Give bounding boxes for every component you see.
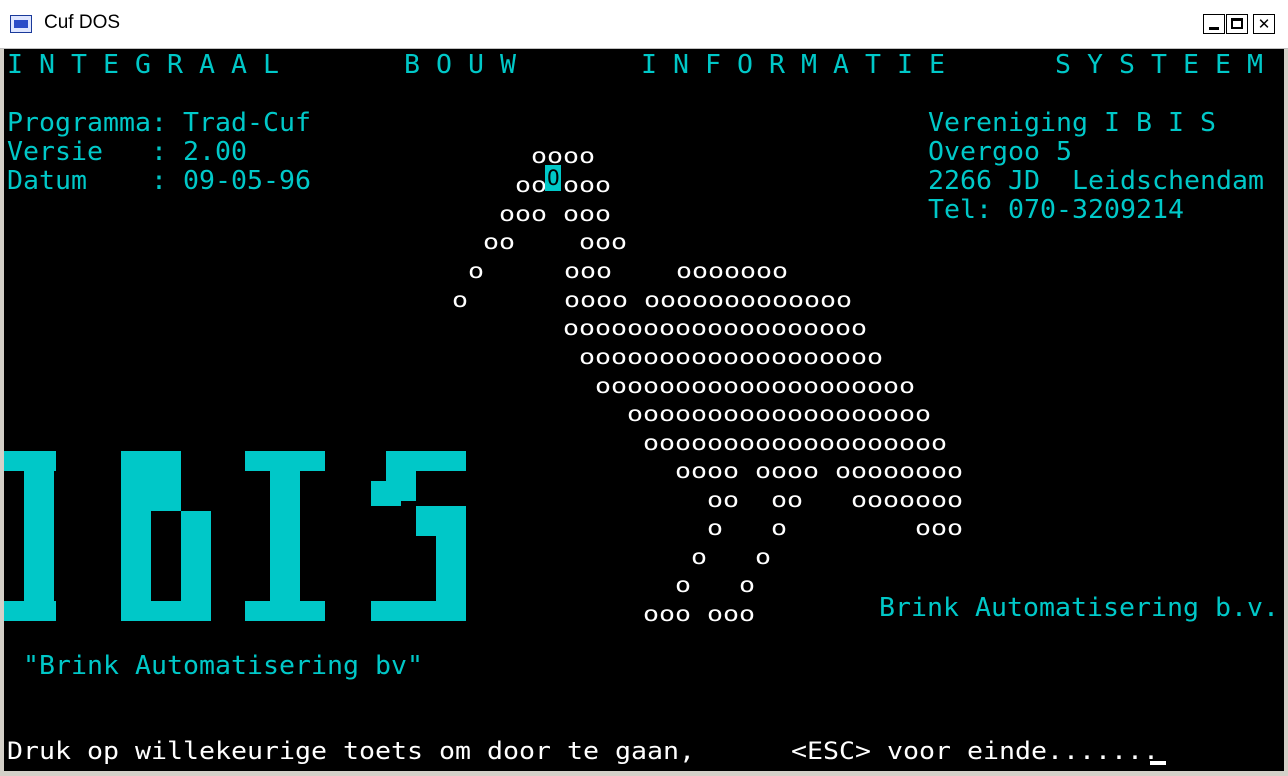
ascii-art-line: oo oo ooooooo bbox=[707, 488, 963, 512]
ascii-art-line: ooooooooooooooooooo bbox=[627, 402, 931, 426]
close-button[interactable]: ✕ bbox=[1253, 14, 1275, 34]
program-name: Programma: Trad-Cuf bbox=[7, 108, 311, 138]
ascii-art-line: oo ooo bbox=[483, 230, 627, 254]
ascii-art-line: oooo oooo oooooooo bbox=[675, 459, 963, 483]
program-date: Datum : 09-05-96 bbox=[7, 166, 311, 196]
ascii-art-line: ooooooooooooooooooo bbox=[579, 345, 883, 369]
dos-window: Cuf DOS ✕ I N T E G R A A L B O U W I N … bbox=[0, 0, 1288, 776]
contact-city: 2266 JD Leidschendam bbox=[928, 166, 1264, 196]
minimize-button[interactable] bbox=[1203, 14, 1225, 34]
ascii-art-line: o ooo ooooooo bbox=[468, 259, 788, 283]
ascii-art-line: oo ooo bbox=[515, 173, 611, 197]
ascii-art-line: ooo ooo bbox=[643, 602, 755, 626]
ascii-art-line: oooo bbox=[531, 144, 595, 168]
ascii-art-line: o o ooo bbox=[707, 516, 963, 540]
banner-systeem: S Y S T E E M bbox=[1055, 50, 1263, 80]
close-icon: ✕ bbox=[1257, 15, 1271, 33]
banner-integraal: I N T E G R A A L bbox=[7, 50, 279, 80]
ascii-art-line: o o bbox=[675, 573, 755, 597]
maximize-button[interactable] bbox=[1226, 14, 1248, 34]
ascii-art-line: o o bbox=[691, 545, 771, 569]
company-name-right: Brink Automatisering b.v. bbox=[879, 593, 1279, 623]
banner-informatie: I N F O R M A T I E bbox=[641, 50, 945, 80]
ascii-art-line: ooooooooooooooooooo bbox=[643, 431, 947, 455]
maximize-icon bbox=[1231, 18, 1243, 29]
contact-street: Overgoo 5 bbox=[928, 137, 1072, 167]
ascii-art-line: ooo ooo bbox=[499, 202, 611, 226]
program-version: Versie : 2.00 bbox=[7, 137, 247, 167]
minimize-icon bbox=[1209, 27, 1219, 30]
dos-app-icon[interactable] bbox=[10, 15, 32, 33]
console-screen[interactable]: I N T E G R A A L B O U W I N F O R M A … bbox=[4, 49, 1284, 771]
banner-bouw: B O U W bbox=[404, 50, 516, 80]
contact-phone: Tel: 070-3209214 bbox=[928, 195, 1184, 225]
contact-organization: Vereniging I B I S bbox=[928, 108, 1216, 138]
company-quote: "Brink Automatisering bv" bbox=[23, 651, 423, 681]
continue-prompt: Druk op willekeurige toets om door te ga… bbox=[7, 737, 1159, 765]
ascii-art-line: oooooooooooooooooooo bbox=[595, 374, 915, 398]
ascii-art-line: ooooooooooooooooooo bbox=[563, 316, 867, 340]
cursor-character: O bbox=[547, 166, 560, 190]
window-title: Cuf DOS bbox=[44, 12, 121, 33]
title-bar[interactable]: Cuf DOS ✕ bbox=[0, 0, 1288, 49]
ascii-art-line: o oooo ooooooooooooo bbox=[452, 288, 852, 312]
input-cursor bbox=[1150, 761, 1166, 765]
